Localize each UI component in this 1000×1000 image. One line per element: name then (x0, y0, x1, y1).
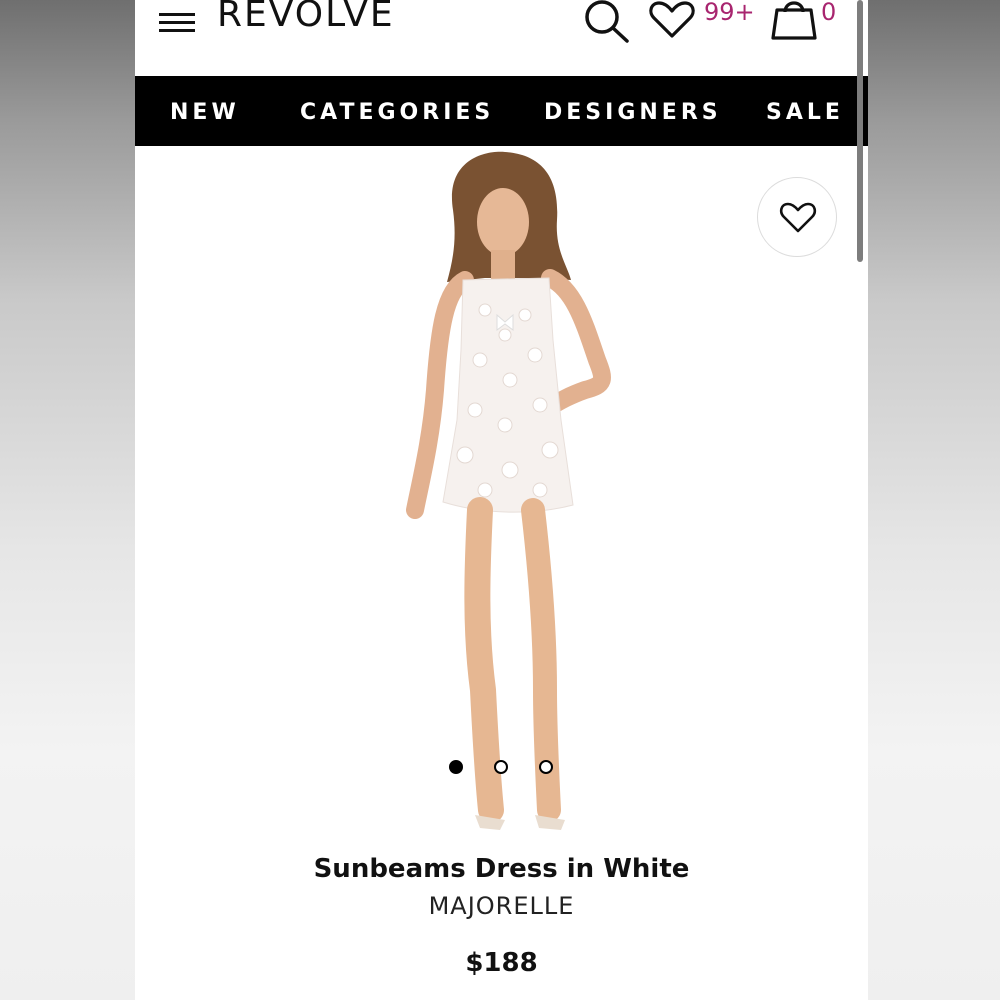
heart-icon[interactable] (648, 0, 696, 40)
nav-item-new[interactable]: NEW (170, 100, 240, 125)
header: REVOLVE 99+ 0 (135, 0, 868, 76)
wishlist-count-badge: 99+ (704, 0, 755, 26)
product-image[interactable] (335, 150, 675, 850)
heart-outline-icon (779, 202, 817, 233)
shopping-bag-icon[interactable] (769, 0, 819, 42)
page-screen: REVOLVE 99+ 0 NEW CATEGORIES DESIGNERS S… (135, 0, 868, 1000)
carousel-dot-3[interactable] (539, 760, 553, 774)
nav-item-designers[interactable]: DESIGNERS (544, 100, 722, 125)
product-price: $188 (465, 948, 538, 978)
nav-item-sale[interactable]: SALE (766, 100, 844, 125)
bag-count-badge: 0 (821, 0, 837, 26)
image-carousel-dots (447, 760, 567, 776)
hamburger-menu-icon[interactable] (157, 8, 197, 36)
carousel-dot-2[interactable] (494, 760, 508, 774)
product-name[interactable]: Sunbeams Dress in White (135, 854, 868, 884)
scrollbar[interactable] (857, 0, 863, 262)
brand-logo[interactable]: REVOLVE (217, 0, 395, 35)
product-brand[interactable]: MAJORELLE (135, 892, 868, 920)
nav-item-categories[interactable]: CATEGORIES (300, 100, 494, 125)
add-to-wishlist-button[interactable] (757, 177, 837, 257)
search-icon[interactable] (582, 0, 632, 44)
category-nav: NEW CATEGORIES DESIGNERS SALE (135, 76, 868, 146)
carousel-dot-1[interactable] (449, 760, 463, 774)
